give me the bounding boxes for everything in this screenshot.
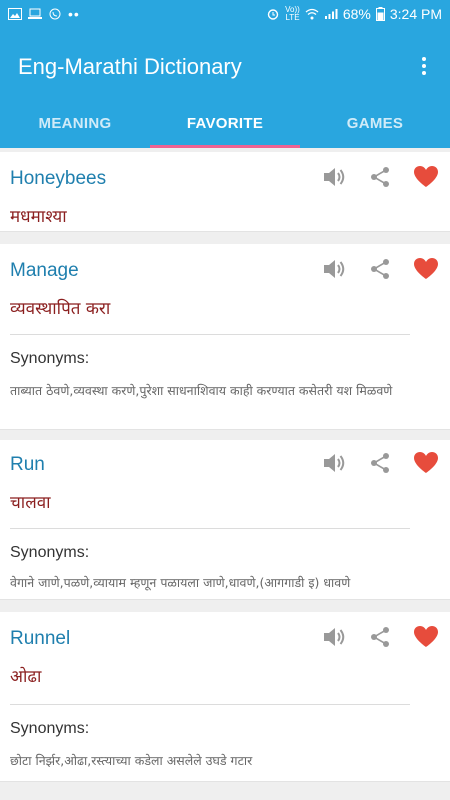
synonyms-text: ताब्यात ठेवणे,व्यवस्था करणे,पुरेशा साधना…	[10, 383, 393, 398]
synonyms-label: Synonyms:	[10, 350, 90, 367]
wifi-icon	[305, 8, 319, 20]
synonyms-text: छोटा निर्झर,ओढा,रस्त्याच्या कडेला असलेले…	[10, 753, 253, 768]
heart-icon[interactable]	[412, 450, 440, 476]
speaker-icon[interactable]	[320, 256, 348, 282]
battery-percent: 68%	[342, 6, 371, 22]
speaker-icon[interactable]	[320, 164, 348, 190]
word-meaning: मधमाश्या	[10, 207, 67, 227]
notification-dots: ••	[68, 6, 80, 22]
favorite-card[interactable]: Runnel ओढा Synonyms: छोटा निर्झर,ओढा,रस्…	[0, 612, 450, 782]
word-title: Runnel	[10, 628, 71, 649]
volte-indicator: Vo)) LTE	[285, 5, 300, 22]
heart-icon[interactable]	[412, 164, 440, 190]
favorite-card[interactable]: Run चालवा Synonyms: वेगाने जाणे,पळणे,व्य…	[0, 440, 450, 600]
heart-icon[interactable]	[412, 624, 440, 650]
overflow-menu-icon[interactable]	[412, 52, 436, 80]
divider	[10, 704, 410, 705]
whatsapp-icon	[49, 8, 61, 20]
divider	[10, 334, 410, 335]
divider	[10, 528, 410, 529]
favorite-card[interactable]: Manage व्यवस्थापित करा Synonyms: ताब्यात…	[0, 244, 450, 430]
alarm-icon	[267, 9, 279, 20]
speaker-icon[interactable]	[320, 624, 348, 650]
word-meaning: चालवा	[10, 493, 51, 513]
battery-icon	[375, 7, 385, 21]
favorite-card[interactable]: Honeybees मधमाश्या	[0, 152, 450, 232]
share-icon[interactable]	[366, 624, 394, 650]
tab-meaning[interactable]: MEANING	[0, 108, 150, 148]
favorites-list[interactable]: Honeybees मधमाश्या Manage व्यवस्थापित कर…	[0, 148, 450, 800]
share-icon[interactable]	[366, 164, 394, 190]
app-bar: Eng-Marathi Dictionary MEANING FAVORITE …	[0, 28, 450, 148]
laptop-icon	[28, 8, 42, 19]
speaker-icon[interactable]	[320, 450, 348, 476]
signal-icon	[324, 9, 338, 19]
word-title: Honeybees	[10, 168, 107, 189]
clock: 3:24 PM	[389, 6, 442, 22]
word-meaning: ओढा	[10, 667, 42, 687]
tab-bar: MEANING FAVORITE GAMES	[0, 108, 450, 148]
synonyms-text: वेगाने जाणे,पळणे,व्यायाम म्हणून पळायला ज…	[10, 575, 351, 590]
share-icon[interactable]	[366, 450, 394, 476]
synonyms-label: Synonyms:	[10, 544, 90, 561]
word-meaning: व्यवस्थापित करा	[10, 299, 111, 319]
gallery-icon	[8, 8, 22, 20]
share-icon[interactable]	[366, 256, 394, 282]
word-title: Manage	[10, 260, 79, 281]
status-bar: •• Vo)) LTE 68% 3:24 PM	[0, 0, 450, 28]
tab-games[interactable]: GAMES	[300, 108, 450, 148]
heart-icon[interactable]	[412, 256, 440, 282]
synonyms-label: Synonyms:	[10, 720, 90, 737]
word-title: Run	[10, 454, 45, 475]
app-title: Eng-Marathi Dictionary	[18, 54, 242, 79]
tab-favorite[interactable]: FAVORITE	[150, 108, 300, 148]
